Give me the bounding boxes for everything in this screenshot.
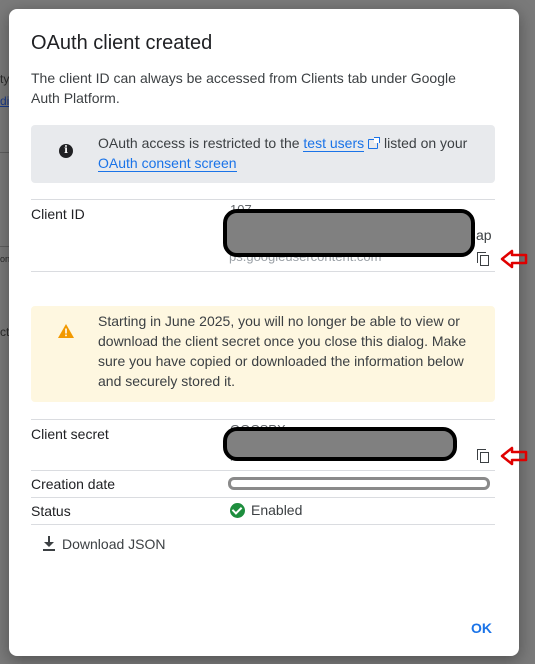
info-banner-text: OAuth access is restricted to the test u… <box>98 133 488 173</box>
ok-button[interactable]: OK <box>471 620 492 636</box>
client-secret-label: Client secret <box>31 426 109 442</box>
download-json-label: Download JSON <box>62 536 166 552</box>
red-arrow-annotation-icon <box>500 446 528 466</box>
redacted-creation-date <box>228 477 490 490</box>
test-users-link[interactable]: test users <box>303 135 365 152</box>
oauth-consent-screen-link[interactable]: OAuth consent screen <box>98 155 237 172</box>
creation-date-label: Creation date <box>31 476 116 492</box>
client-id-value-fragment: ap <box>476 227 492 243</box>
redacted-client-id <box>223 209 475 257</box>
oauth-client-created-dialog: OAuth client created The client ID can a… <box>9 9 528 656</box>
row-divider <box>31 199 495 200</box>
red-arrow-annotation-icon <box>500 249 528 269</box>
row-divider <box>31 470 495 471</box>
download-icon <box>43 536 55 551</box>
download-json-button[interactable]: Download JSON <box>42 533 166 555</box>
redacted-client-secret <box>223 427 457 461</box>
row-divider <box>31 419 495 420</box>
copy-client-secret-icon[interactable] <box>477 449 491 463</box>
row-divider <box>31 271 495 272</box>
dialog-intro-text: The client ID can always be accessed fro… <box>31 70 456 106</box>
status-label: Status <box>31 503 71 519</box>
dialog-title: OAuth client created <box>31 32 213 54</box>
client-id-label: Client ID <box>31 206 85 222</box>
external-link-icon[interactable] <box>368 137 381 149</box>
info-icon: i <box>59 144 73 158</box>
info-text-before: OAuth access is restricted to the <box>98 135 300 151</box>
info-text-middle: listed on your <box>384 135 468 151</box>
warning-icon <box>58 324 74 338</box>
info-banner: i OAuth access is restricted to the test… <box>31 125 495 183</box>
status-value: Enabled <box>251 502 303 518</box>
copy-client-id-icon[interactable] <box>477 252 491 266</box>
background-text-fragment: ct <box>0 325 10 339</box>
row-divider <box>31 524 495 525</box>
warning-banner-text: Starting in June 2025, you will no longe… <box>98 313 467 389</box>
row-divider <box>31 497 495 498</box>
check-circle-icon <box>230 503 245 518</box>
background-link-fragment: di <box>0 94 10 108</box>
warning-banner: Starting in June 2025, you will no longe… <box>31 306 495 402</box>
background-text-fragment: ty <box>0 72 10 86</box>
